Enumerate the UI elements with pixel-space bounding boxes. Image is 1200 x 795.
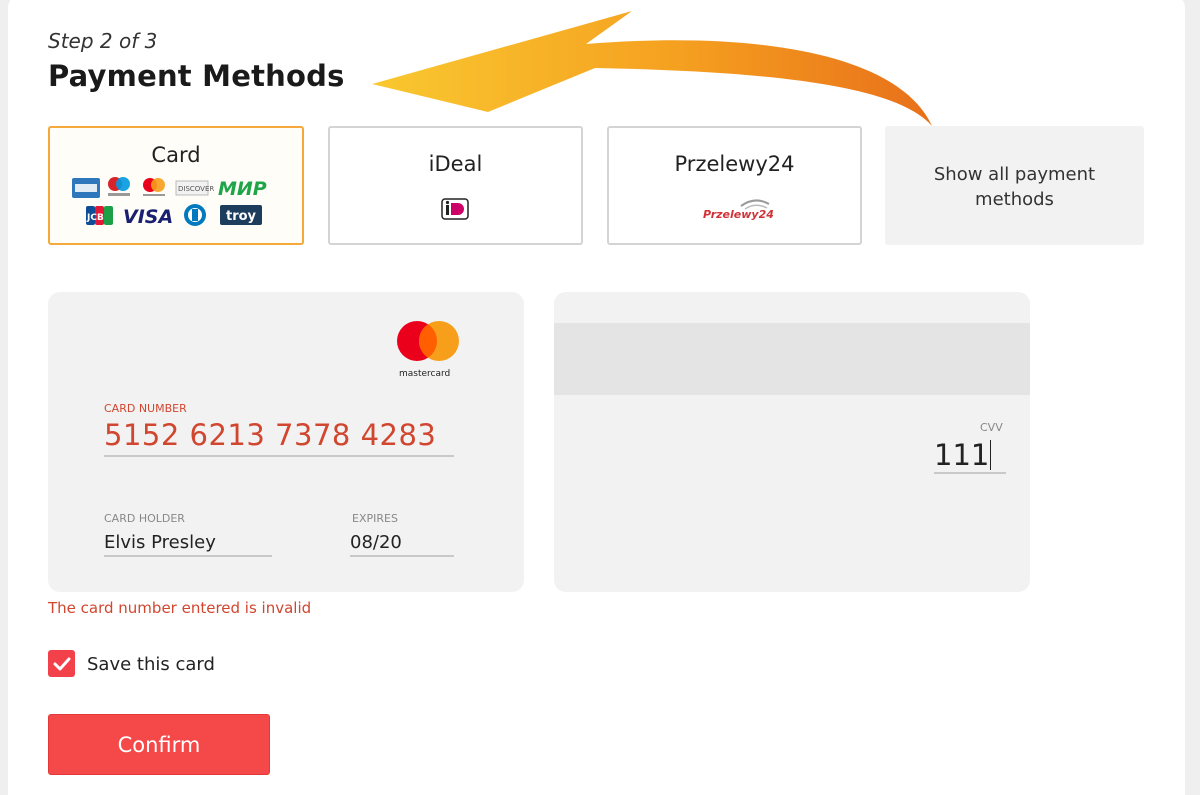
payment-method-label: Przelewy24 [674,152,795,176]
cvv-label: CVV [980,421,1003,434]
svg-text:Przelewy24: Przelewy24 [703,208,773,221]
svg-text:troy: troy [226,209,257,224]
card-back-panel: CVV 111 [554,292,1030,592]
magnetic-stripe [554,323,1030,395]
cvv-input[interactable]: 111 [934,438,1006,474]
discover-logo-icon: DISCOVER [175,180,214,196]
card-number-error: The card number entered is invalid [48,599,312,617]
payment-method-ideal[interactable]: iDeal [328,126,583,245]
svg-text:mastercard: mastercard [399,369,450,378]
confirm-button[interactable]: Confirm [48,714,270,775]
payment-method-label: iDeal [428,152,483,176]
amex-logo-icon [72,178,100,198]
save-card-label[interactable]: Save this card [87,654,215,675]
maestro-logo-icon [108,177,130,196]
card-front-panel: mastercard CARD NUMBER 5152 6213 7378 42… [48,292,524,592]
svg-text:VISA: VISA [123,206,173,228]
text-cursor [990,440,992,470]
card-holder-input[interactable]: Elvis Presley [104,532,272,557]
step-indicator: Step 2 of 3 [48,29,158,53]
payment-method-card[interactable]: Card DISCOVER МИР JCB VISA troy [48,126,304,245]
svg-text:JCB: JCB [86,213,104,223]
cvv-value: 111 [934,438,990,472]
checkmark-icon [53,657,71,671]
troy-logo-icon: troy [220,205,262,225]
show-all-label: Show all payment methods [933,164,1096,210]
svg-text:DISCOVER: DISCOVER [178,185,214,193]
visa-logo-icon: VISA [123,206,173,228]
card-number-label: CARD NUMBER [104,402,187,415]
mastercard-logo-icon: mastercard [397,321,459,378]
payment-method-label: Card [151,143,201,167]
diners-logo-icon [184,204,206,226]
jcb-logo-icon: JCB [86,206,113,225]
svg-text:МИР: МИР [218,178,267,200]
save-card-checkbox[interactable] [48,650,75,677]
expires-label: EXPIRES [352,512,398,525]
mir-logo-icon: МИР [218,178,267,200]
przelewy24-logo-icon: Przelewy24 [703,199,773,221]
card-brand-logos: DISCOVER МИР JCB VISA troy [72,177,267,228]
card-holder-label: CARD HOLDER [104,512,185,525]
payment-method-przelewy24[interactable]: Przelewy24 Przelewy24 [607,126,862,245]
card-number-input[interactable]: 5152 6213 7378 4283 [104,418,454,457]
ideal-logo-icon [441,198,469,220]
mastercard-logo-icon [143,178,165,196]
expires-input[interactable]: 08/20 [350,532,454,557]
show-all-payment-methods-button[interactable]: Show all payment methods [885,126,1144,245]
page-title: Payment Methods [48,59,345,93]
